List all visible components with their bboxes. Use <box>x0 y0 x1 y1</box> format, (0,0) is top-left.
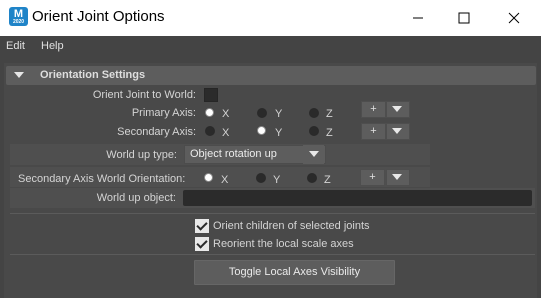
orient-children-label: Orient children of selected joints <box>213 220 370 232</box>
menu-bar <box>0 36 541 56</box>
sawo-x-label: X <box>221 174 229 186</box>
section-title: Orientation Settings <box>40 69 146 81</box>
chevron-down-icon <box>392 174 402 180</box>
chevron-down-icon <box>309 151 319 157</box>
sawo-z-label: Z <box>324 174 331 186</box>
reorient-scale-checkbox[interactable] <box>195 237 209 251</box>
close-button[interactable] <box>491 0 537 36</box>
world-up-type-value: Object rotation up <box>190 148 277 160</box>
maximize-icon <box>458 12 470 24</box>
chevron-down-icon <box>392 106 402 112</box>
divider <box>10 213 535 214</box>
primary-axis-label: Primary Axis: <box>131 107 196 119</box>
sawo-z-radio[interactable] <box>307 173 317 183</box>
primary-axis-y-radio[interactable] <box>257 108 267 118</box>
secondary-axis-y-label: Y <box>275 127 283 139</box>
primary-axis-z-label: Z <box>326 108 333 120</box>
collapse-arrow-icon[interactable] <box>14 72 24 78</box>
divider <box>10 254 535 255</box>
sawo-plus-button[interactable]: + <box>360 169 385 186</box>
world-up-object-field[interactable] <box>183 190 532 206</box>
app-icon-sub: 2020 <box>12 19 25 25</box>
close-icon <box>508 12 520 24</box>
secondary-axis-z-label: Z <box>326 127 333 139</box>
menu-help[interactable]: Help <box>41 40 64 52</box>
primary-axis-x-radio[interactable] <box>205 108 214 117</box>
secondary-axis-plus-button[interactable]: + <box>361 123 386 140</box>
sawo-y-radio[interactable] <box>256 173 266 183</box>
minimize-icon <box>413 17 423 19</box>
secondary-axis-label: Secondary Axis: <box>117 126 196 138</box>
maximize-button[interactable] <box>441 0 487 36</box>
toggle-local-axes-visibility-button[interactable]: Toggle Local Axes Visibility <box>194 260 395 285</box>
secondary-axis-z-radio[interactable] <box>309 126 319 136</box>
world-up-type-label: World up type: <box>106 149 177 161</box>
sawo-x-radio[interactable] <box>204 173 213 182</box>
primary-axis-y-label: Y <box>275 108 283 120</box>
primary-axis-z-radio[interactable] <box>309 108 319 118</box>
world-up-object-label: World up object: <box>96 192 176 204</box>
primary-axis-plus-button[interactable]: + <box>361 101 386 118</box>
orient-joint-to-world-label: Orient Joint to World: <box>92 89 196 101</box>
secondary-axis-x-radio[interactable] <box>205 126 215 136</box>
orient-children-checkbox[interactable] <box>195 219 209 233</box>
window-title: Orient Joint Options <box>32 8 165 25</box>
minimize-button[interactable] <box>395 0 441 36</box>
orient-joint-to-world-checkbox[interactable] <box>204 88 218 102</box>
secondary-axis-x-label: X <box>222 127 230 139</box>
menu-edit[interactable]: Edit <box>6 40 25 52</box>
chevron-down-icon <box>392 128 402 134</box>
secondary-axis-y-radio[interactable] <box>257 126 266 135</box>
secondary-axis-world-orientation-label: Secondary Axis World Orientation: <box>18 173 186 185</box>
maya-app-icon: M 2020 <box>9 7 28 26</box>
sawo-y-label: Y <box>273 174 281 186</box>
primary-axis-x-label: X <box>222 108 230 120</box>
reorient-scale-label: Reorient the local scale axes <box>213 238 354 250</box>
